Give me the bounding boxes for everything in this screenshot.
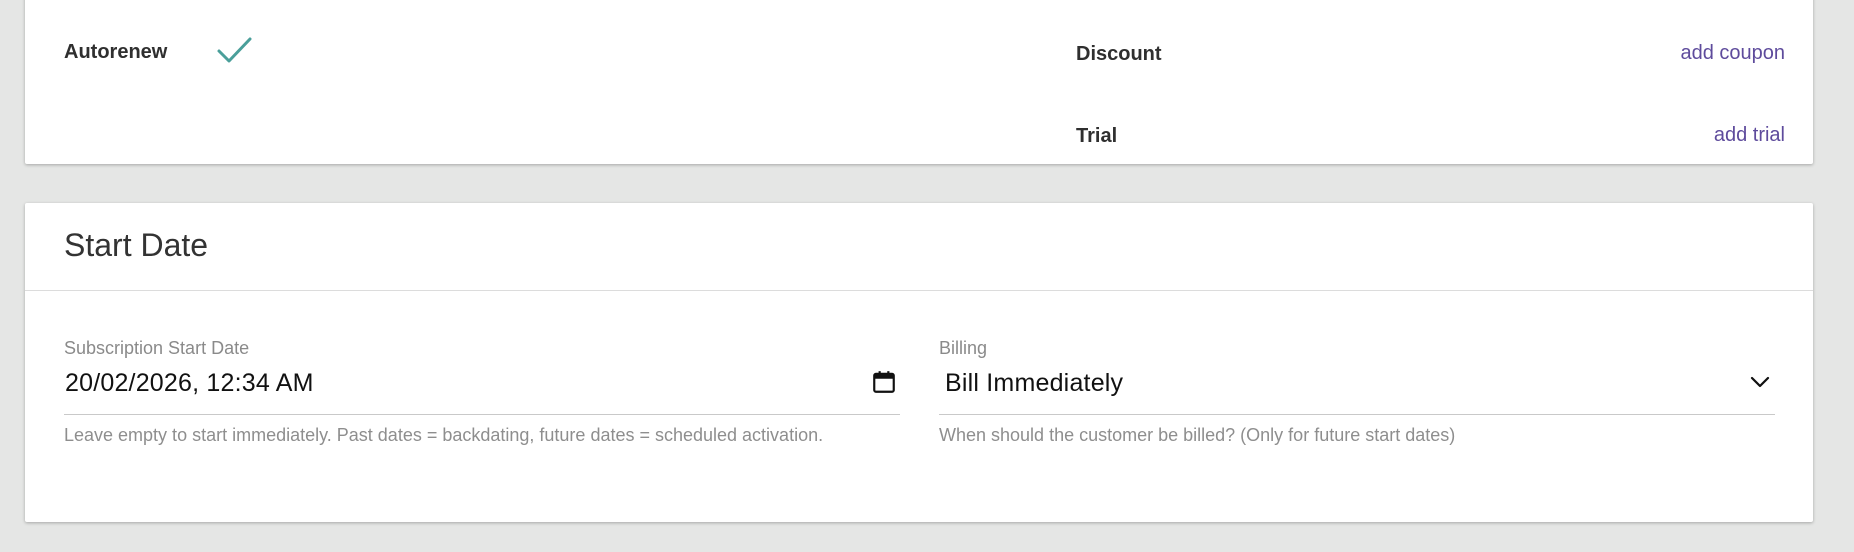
add-trial-link[interactable]: add trial [1714, 124, 1785, 147]
card-header: Start Date [25, 203, 1813, 291]
discount-label: Discount [1076, 43, 1162, 65]
calendar-icon[interactable] [871, 369, 897, 395]
check-icon[interactable] [214, 34, 254, 66]
subscription-start-date-input[interactable]: 20/02/2026, 12:34 AM [65, 369, 314, 398]
billing-underline [939, 414, 1775, 415]
autorenew-label: Autorenew [64, 41, 168, 63]
chevron-down-icon[interactable] [1749, 374, 1771, 390]
card-title: Start Date [64, 227, 209, 263]
start-date-card: Start Date Subscription Start Date 20/02… [25, 203, 1813, 522]
start-date-underline [64, 414, 900, 415]
subscription-options-card: Autorenew Discount add coupon Trial add … [25, 0, 1813, 164]
billing-help: When should the customer be billed? (Onl… [939, 425, 1456, 445]
billing-select[interactable]: Bill Immediately [945, 369, 1123, 398]
billing-label: Billing [939, 338, 988, 358]
subscription-start-date-help: Leave empty to start immediately. Past d… [64, 425, 824, 445]
subscription-start-date-label: Subscription Start Date [64, 338, 250, 358]
add-coupon-link[interactable]: add coupon [1680, 42, 1785, 65]
trial-label: Trial [1076, 125, 1118, 147]
